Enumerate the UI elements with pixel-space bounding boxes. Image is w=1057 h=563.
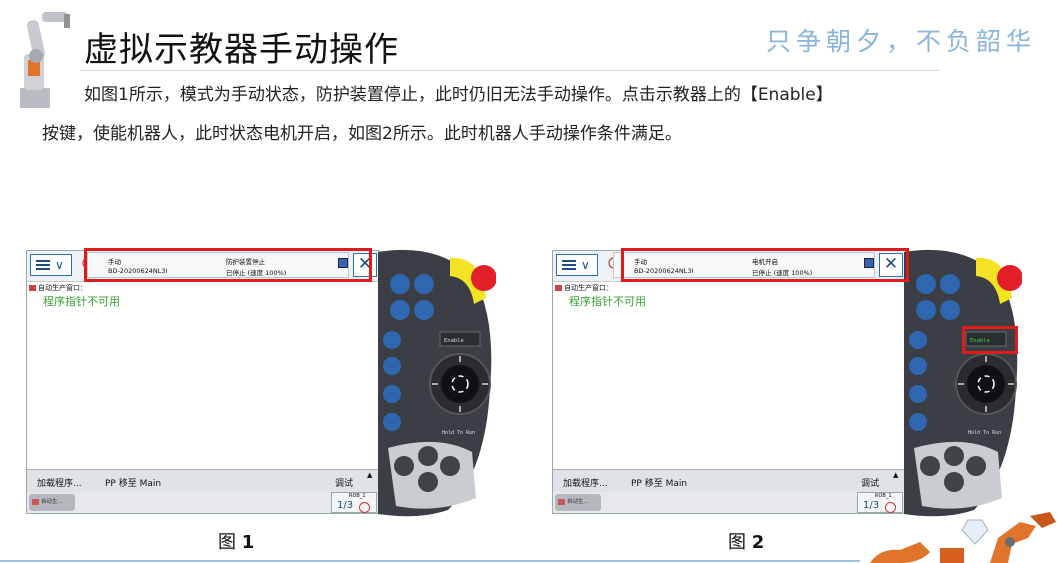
robot-arm-logo-icon: [20, 12, 70, 108]
chevron-down-icon: ∨: [581, 258, 590, 272]
chevron-down-icon: ∨: [55, 258, 64, 272]
hardware-key-2[interactable]: [940, 274, 960, 294]
page-title: 虚拟示教器手动操作: [84, 30, 399, 70]
expand-up-icon[interactable]: ▲: [367, 471, 372, 479]
taskbar: 自动生... ROB_1 1/3: [27, 492, 379, 513]
hold-to-run-label: Hold To Run: [442, 430, 475, 436]
pendant-hardware: Enable Hold To Run: [378, 249, 496, 517]
taskbar-auto-production-button[interactable]: 自动生...: [555, 494, 601, 511]
debug-button[interactable]: 调试: [335, 476, 353, 489]
pendant-hardware: Enable Hold To Run: [904, 249, 1022, 517]
highlight-status-fig2: [621, 248, 909, 282]
hardware-key-6[interactable]: [909, 357, 927, 375]
main-menu-button[interactable]: ∨: [30, 254, 72, 276]
hardware-key-6[interactable]: [383, 357, 401, 375]
figure-caption-2: 图 2: [728, 532, 765, 553]
command-bar: 加载程序... PP 移至 Main 调试 ▲: [27, 469, 379, 492]
hardware-key-7[interactable]: [383, 385, 401, 403]
program-pointer-note: 程序指针不可用: [43, 295, 120, 308]
expand-up-icon[interactable]: ▲: [893, 471, 898, 479]
hardware-key-8[interactable]: [383, 413, 401, 431]
figure-caption-1: 图 1: [218, 532, 255, 553]
hardware-key-4[interactable]: [940, 300, 960, 320]
emergency-stop-icon[interactable]: [471, 265, 496, 291]
paragraph-line-1: 如图1所示，模式为手动状态，防护装置停止，此时仍旧无法手动操作。点击示教器上的【…: [84, 85, 833, 105]
taskbar: 自动生... ROB_1 1/3: [553, 492, 905, 513]
load-program-button[interactable]: 加载程序...: [563, 476, 608, 489]
emergency-stop-icon[interactable]: [997, 265, 1022, 291]
quickset-robot-label: ROB_1: [875, 493, 892, 499]
load-program-button[interactable]: 加载程序...: [37, 476, 82, 489]
enable-label: Enable: [444, 338, 464, 344]
pendant-screen: ∨ 手动 BD-20200624NL3I 电机开启 已停止 (速度 100%) …: [552, 250, 906, 514]
main-menu-button[interactable]: ∨: [556, 254, 598, 276]
hardware-key-3[interactable]: [916, 300, 936, 320]
taskbar-auto-production-button[interactable]: 自动生...: [29, 494, 75, 511]
motto-text: 只争朝夕，不负韶华: [766, 27, 1037, 56]
hold-to-run-label: Hold To Run: [968, 430, 1001, 436]
hardware-key-3[interactable]: [390, 300, 410, 320]
paragraph-line-2: 按键，使能机器人，此时状态电机开启，如图2所示。此时机器人手动操作条件满足。: [42, 124, 682, 144]
program-pointer-note: 程序指针不可用: [569, 295, 646, 308]
highlight-enable-fig2: [962, 326, 1018, 354]
footer-divider: [0, 560, 860, 562]
menu-icon: [36, 260, 50, 262]
window-icon: [29, 285, 36, 291]
flexpendant-figure-1: ∨ 手动 BD-20200624NL3I 防护装置停止 已停止 (速度 100%…: [26, 248, 496, 518]
command-bar: 加载程序... PP 移至 Main 调试 ▲: [553, 469, 905, 492]
hardware-key-8[interactable]: [909, 413, 927, 431]
joystick-icon[interactable]: [967, 365, 1005, 403]
hardware-key-5[interactable]: [909, 331, 927, 349]
pendant-screen: ∨ 手动 BD-20200624NL3I 防护装置停止 已停止 (速度 100%…: [26, 250, 380, 514]
debug-button[interactable]: 调试: [861, 476, 879, 489]
hardware-key-5[interactable]: [383, 331, 401, 349]
quickset-fraction: 1/3: [337, 500, 354, 511]
quickset-button[interactable]: ROB_1 1/3: [331, 492, 377, 513]
hardware-key-4[interactable]: [414, 300, 434, 320]
breadcrumb: 自动生产窗口：: [29, 283, 87, 293]
hardware-key-2[interactable]: [414, 274, 434, 294]
hardware-key-1[interactable]: [390, 274, 410, 294]
hardware-key-7[interactable]: [909, 385, 927, 403]
title-divider: [80, 70, 940, 71]
pp-to-main-button[interactable]: PP 移至 Main: [631, 476, 687, 489]
flexpendant-figure-2: ∨ 手动 BD-20200624NL3I 电机开启 已停止 (速度 100%) …: [552, 248, 1022, 518]
joystick-icon[interactable]: [441, 365, 479, 403]
menu-icon: [562, 260, 576, 262]
pp-to-main-button[interactable]: PP 移至 Main: [105, 476, 161, 489]
breadcrumb: 自动生产窗口：: [555, 283, 613, 293]
robot-arm-decoration-icon: [870, 512, 1056, 563]
window-icon: [555, 285, 562, 291]
highlight-status-fig1: [84, 248, 372, 282]
hardware-key-1[interactable]: [916, 274, 936, 294]
quickset-robot-label: ROB_1: [349, 493, 366, 499]
speed-icon: [359, 502, 370, 513]
